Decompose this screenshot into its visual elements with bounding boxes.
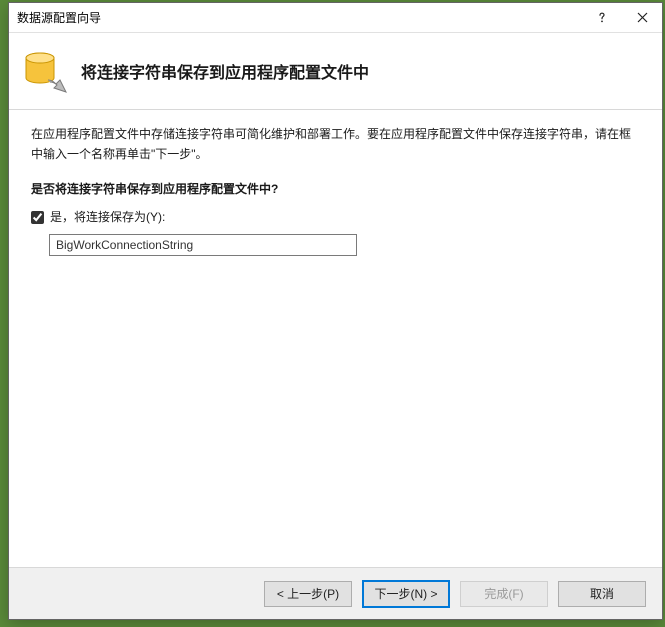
wizard-dialog: 数据源配置向导 将连接字符串保存到应用程序配置文件中 在应用程序配置文件中存储: [8, 2, 663, 620]
wizard-content: 在应用程序配置文件中存储连接字符串可简化维护和部署工作。要在应用程序配置文件中保…: [9, 110, 662, 567]
wizard-footer: < 上一步(P) 下一步(N) > 完成(F) 取消: [9, 567, 662, 619]
question-text: 是否将连接字符串保存到应用程序配置文件中?: [31, 179, 642, 199]
wizard-page-title: 将连接字符串保存到应用程序配置文件中: [81, 59, 369, 83]
description-text: 在应用程序配置文件中存储连接字符串可简化维护和部署工作。要在应用程序配置文件中保…: [31, 124, 642, 165]
save-connection-checkbox-label: 是，将连接保存为(Y):: [50, 207, 165, 227]
save-connection-checkbox-row[interactable]: 是，将连接保存为(Y):: [31, 207, 642, 227]
back-button[interactable]: < 上一步(P): [264, 581, 352, 607]
wizard-header: 将连接字符串保存到应用程序配置文件中: [9, 33, 662, 109]
titlebar: 数据源配置向导: [9, 3, 662, 33]
close-button[interactable]: [622, 3, 662, 33]
next-button[interactable]: 下一步(N) >: [362, 580, 450, 608]
connection-name-input[interactable]: [49, 234, 357, 256]
help-button[interactable]: [582, 3, 622, 33]
help-icon: [596, 12, 608, 24]
finish-button: 完成(F): [460, 581, 548, 607]
close-icon: [637, 12, 648, 23]
database-icon: [21, 47, 69, 95]
cancel-button[interactable]: 取消: [558, 581, 646, 607]
window-title: 数据源配置向导: [17, 9, 582, 26]
save-connection-checkbox[interactable]: [31, 211, 44, 224]
